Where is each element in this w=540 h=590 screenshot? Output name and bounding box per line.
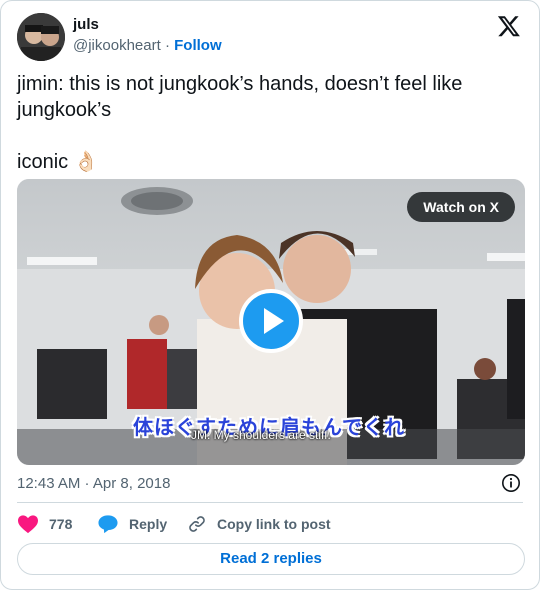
meta-separator: · bbox=[164, 37, 170, 54]
video-media[interactable]: Watch on X 体ほぐすために肩もんでくれ JM: My shoulder… bbox=[17, 179, 525, 465]
info-icon[interactable] bbox=[501, 473, 521, 493]
avatar[interactable] bbox=[17, 13, 65, 61]
author-name[interactable]: juls bbox=[73, 16, 99, 33]
tweet-text: jimin: this is not jungkook’s hands, doe… bbox=[17, 73, 463, 173]
author-handle[interactable]: @jikookheart bbox=[73, 37, 161, 54]
heart-icon bbox=[18, 515, 38, 534]
video-subtitle-english: JM: My shoulders are stiff. bbox=[191, 428, 331, 442]
x-logo-icon[interactable] bbox=[497, 14, 521, 38]
read-replies-button[interactable]: Read 2 replies bbox=[17, 543, 525, 575]
play-button[interactable] bbox=[239, 289, 303, 353]
copy-link-button[interactable]: Copy link to post bbox=[187, 514, 331, 534]
author-meta: @jikookheart · Follow bbox=[73, 37, 222, 54]
link-icon bbox=[189, 516, 205, 532]
tweet-card: juls @jikookheart · Follow jimin: this i… bbox=[0, 0, 540, 590]
tweet-timestamp[interactable]: 12:43 AM · Apr 8, 2018 bbox=[17, 475, 170, 492]
follow-button[interactable]: Follow bbox=[174, 37, 222, 54]
like-count: 778 bbox=[49, 516, 73, 532]
divider bbox=[17, 502, 523, 503]
reply-button[interactable]: Reply bbox=[97, 514, 167, 534]
reply-label: Reply bbox=[129, 516, 168, 532]
reply-bubble-icon bbox=[98, 515, 118, 534]
watch-on-x-button[interactable]: Watch on X bbox=[407, 192, 515, 222]
like-button[interactable]: 778 bbox=[17, 514, 72, 534]
play-icon bbox=[264, 308, 284, 334]
copy-link-label: Copy link to post bbox=[217, 516, 331, 532]
